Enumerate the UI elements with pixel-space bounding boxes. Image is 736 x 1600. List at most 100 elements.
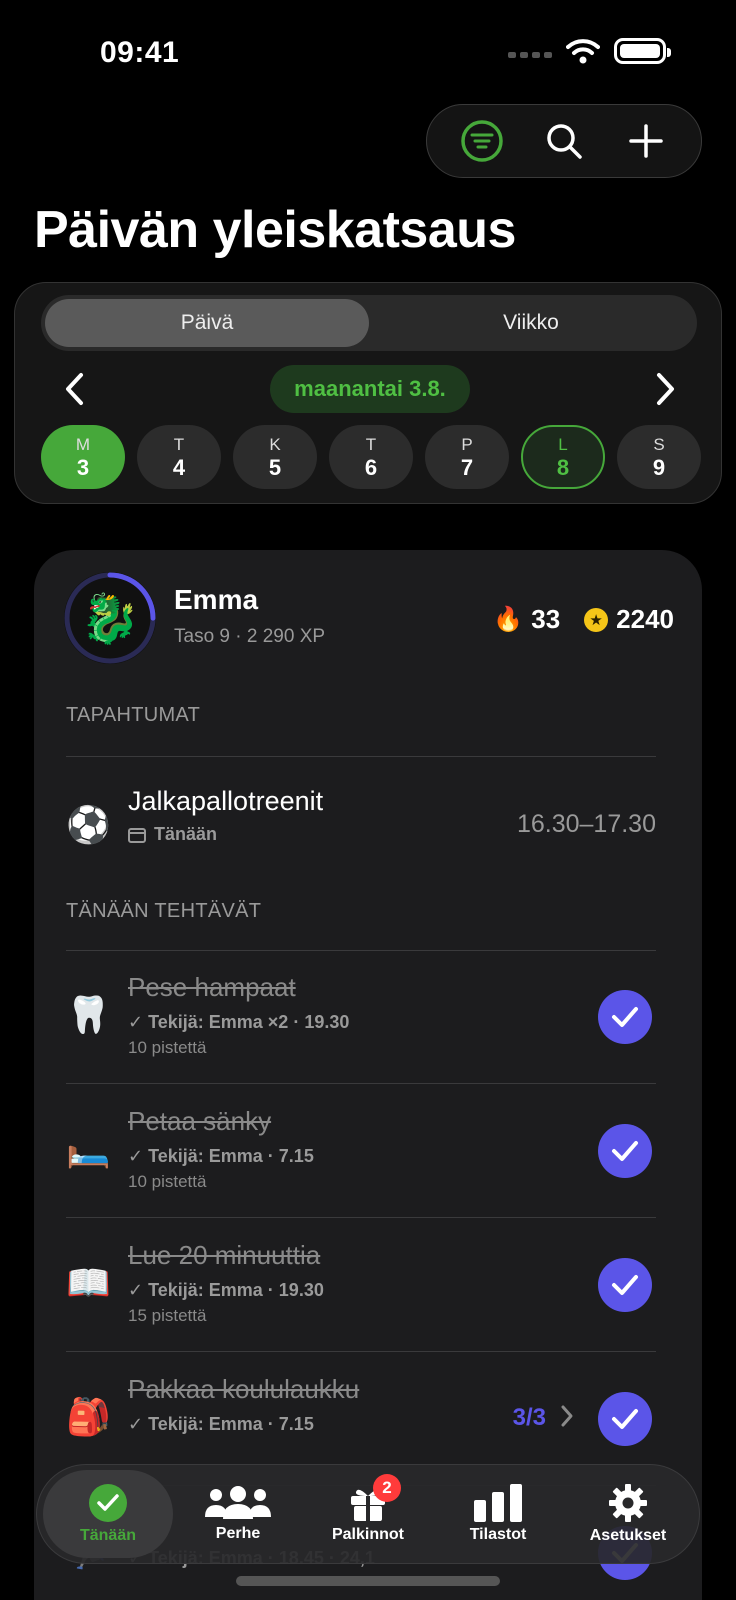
- profile-header[interactable]: 🐉 Emma Taso 9 · 2 290 XP 🔥 33 ★ 2240: [64, 572, 674, 664]
- tab-settings[interactable]: Asetukset: [563, 1470, 693, 1558]
- task-title: Petaa sänky: [128, 1106, 272, 1136]
- tab-bar: Tänään Perhe 2 Palkinnot Tilastot Asetuk…: [36, 1464, 700, 1564]
- member-level: Taso 9 · 2 290 XP: [174, 626, 326, 647]
- bed-icon: 🛏️: [66, 1128, 111, 1169]
- next-day-button[interactable]: [645, 363, 685, 415]
- search-button[interactable]: [536, 113, 592, 169]
- chevron-right-icon[interactable]: [560, 1404, 574, 1428]
- tab-label: Perhe: [215, 1525, 261, 1542]
- avatar: 🐉: [64, 572, 156, 664]
- dragon-icon: 🐉: [80, 592, 140, 646]
- day-chip[interactable]: M3: [41, 425, 125, 489]
- segment-week[interactable]: Viikko: [369, 299, 693, 347]
- day-number: 6: [364, 454, 378, 480]
- member-name: Emma: [174, 584, 259, 615]
- task-row[interactable]: 🛏️ Petaa sänky ✓ Tekijä: Emma · 7.15 10 …: [66, 1084, 656, 1218]
- day-number: 3: [76, 454, 90, 480]
- bar-chart-icon: [474, 1484, 522, 1522]
- task-complete-toggle[interactable]: [598, 1258, 652, 1312]
- home-indicator: [236, 1576, 500, 1586]
- week-day-row: M3 T4 K5 T6 P7 L8 S9: [41, 425, 701, 489]
- view-segmented-control: Päivä Viikko: [41, 295, 697, 351]
- chevron-left-icon: [66, 373, 83, 405]
- plus-icon: [629, 124, 663, 158]
- day-number: 4: [172, 454, 186, 480]
- star-coin-icon: ★: [584, 607, 609, 632]
- date-card: Päivä Viikko maanantai 3.8. M3 T4 K5 T6 …: [14, 282, 722, 504]
- tasks-heading: TÄNÄÄN TEHTÄVÄT: [66, 900, 262, 922]
- prev-day-button[interactable]: [55, 363, 95, 415]
- day-chip[interactable]: T6: [329, 425, 413, 489]
- book-icon: 📖: [66, 1262, 111, 1303]
- checkmark-icon: [612, 1141, 638, 1161]
- task-row[interactable]: 📖 Lue 20 minuuttia ✓ Tekijä: Emma · 19.3…: [66, 1218, 656, 1352]
- day-letter: M: [75, 434, 91, 454]
- top-toolbar: [426, 104, 702, 178]
- day-chip[interactable]: S9: [617, 425, 701, 489]
- day-letter: T: [173, 434, 185, 454]
- event-row[interactable]: ⚽ Jalkapallotreenit Tänään 16.30–17.30: [66, 772, 656, 872]
- day-letter: K: [269, 434, 281, 454]
- points-stat: ★ 2240: [584, 604, 674, 635]
- status-icons: [508, 38, 671, 64]
- people-icon: [205, 1486, 271, 1519]
- status-time: 09:41: [100, 36, 180, 69]
- status-bar: 09:41: [0, 0, 736, 100]
- backpack-icon: 🎒: [66, 1396, 111, 1437]
- task-done-by: ✓ Tekijä: Emma ×2 · 19.30: [128, 1012, 350, 1032]
- tab-today[interactable]: Tänään: [43, 1470, 173, 1558]
- day-letter: L: [558, 434, 568, 454]
- day-number: 5: [268, 454, 282, 480]
- tab-rewards[interactable]: 2 Palkinnot: [303, 1470, 433, 1558]
- day-number: 7: [460, 454, 474, 480]
- task-title: Lue 20 minuuttia: [128, 1240, 321, 1270]
- calendar-icon: [128, 827, 146, 843]
- tab-label: Tilastot: [469, 1526, 527, 1543]
- tab-label: Palkinnot: [331, 1526, 404, 1543]
- task-complete-toggle[interactable]: [598, 1124, 652, 1178]
- day-chip[interactable]: K5: [233, 425, 317, 489]
- task-points: 10 pistettä: [128, 1172, 207, 1191]
- date-nav: maanantai 3.8.: [55, 363, 685, 415]
- soccer-ball-icon: ⚽: [66, 804, 111, 845]
- day-chip-today[interactable]: L8: [521, 425, 605, 489]
- task-complete-toggle[interactable]: [598, 1392, 652, 1446]
- task-points: 10 pistettä: [128, 1038, 207, 1057]
- task-done-by: ✓ Tekijä: Emma · 7.15: [128, 1414, 314, 1434]
- divider: [66, 756, 656, 757]
- tab-stats[interactable]: Tilastot: [433, 1470, 563, 1558]
- task-complete-toggle[interactable]: [598, 990, 652, 1044]
- day-letter: P: [461, 434, 473, 454]
- tab-family[interactable]: Perhe: [173, 1470, 303, 1558]
- streak-value: 33: [531, 604, 561, 634]
- checkmark-icon: [612, 1007, 638, 1027]
- segment-day[interactable]: Päivä: [45, 299, 369, 347]
- add-button[interactable]: [618, 113, 674, 169]
- day-chip[interactable]: T4: [137, 425, 221, 489]
- page-title: Päivän yleiskatsaus: [34, 201, 516, 259]
- task-done-by: ✓ Tekijä: Emma · 19.30: [128, 1280, 324, 1300]
- day-chip[interactable]: P7: [425, 425, 509, 489]
- day-letter: T: [365, 434, 377, 454]
- current-date-label[interactable]: maanantai 3.8.: [270, 365, 470, 413]
- tooth-icon: 🦷: [66, 994, 111, 1035]
- streak-stat: 🔥 33: [493, 604, 560, 635]
- day-number: 8: [556, 454, 570, 480]
- chevron-right-icon: [656, 373, 674, 405]
- search-icon: [547, 124, 582, 159]
- filter-button[interactable]: [454, 113, 510, 169]
- rewards-badge: 2: [373, 1474, 401, 1502]
- task-done-by: ✓ Tekijä: Emma · 7.15: [128, 1146, 314, 1166]
- filter-icon: [461, 120, 503, 162]
- wifi-icon: [566, 39, 600, 64]
- points-value: 2240: [616, 604, 674, 634]
- task-points: 15 pistettä: [128, 1306, 207, 1325]
- task-title: Pakkaa koululaukku: [128, 1374, 360, 1404]
- gear-icon: [609, 1484, 647, 1522]
- tab-label: Tänään: [79, 1527, 136, 1544]
- task-row[interactable]: 🦷 Pese hampaat ✓ Tekijä: Emma ×2 · 19.30…: [66, 950, 656, 1084]
- events-heading: TAPAHTUMAT: [66, 704, 201, 726]
- checkmark-icon: [612, 1409, 638, 1429]
- event-date: Tänään: [128, 824, 217, 845]
- member-card: 🐉 Emma Taso 9 · 2 290 XP 🔥 33 ★ 2240 TAPAH…: [34, 550, 702, 1600]
